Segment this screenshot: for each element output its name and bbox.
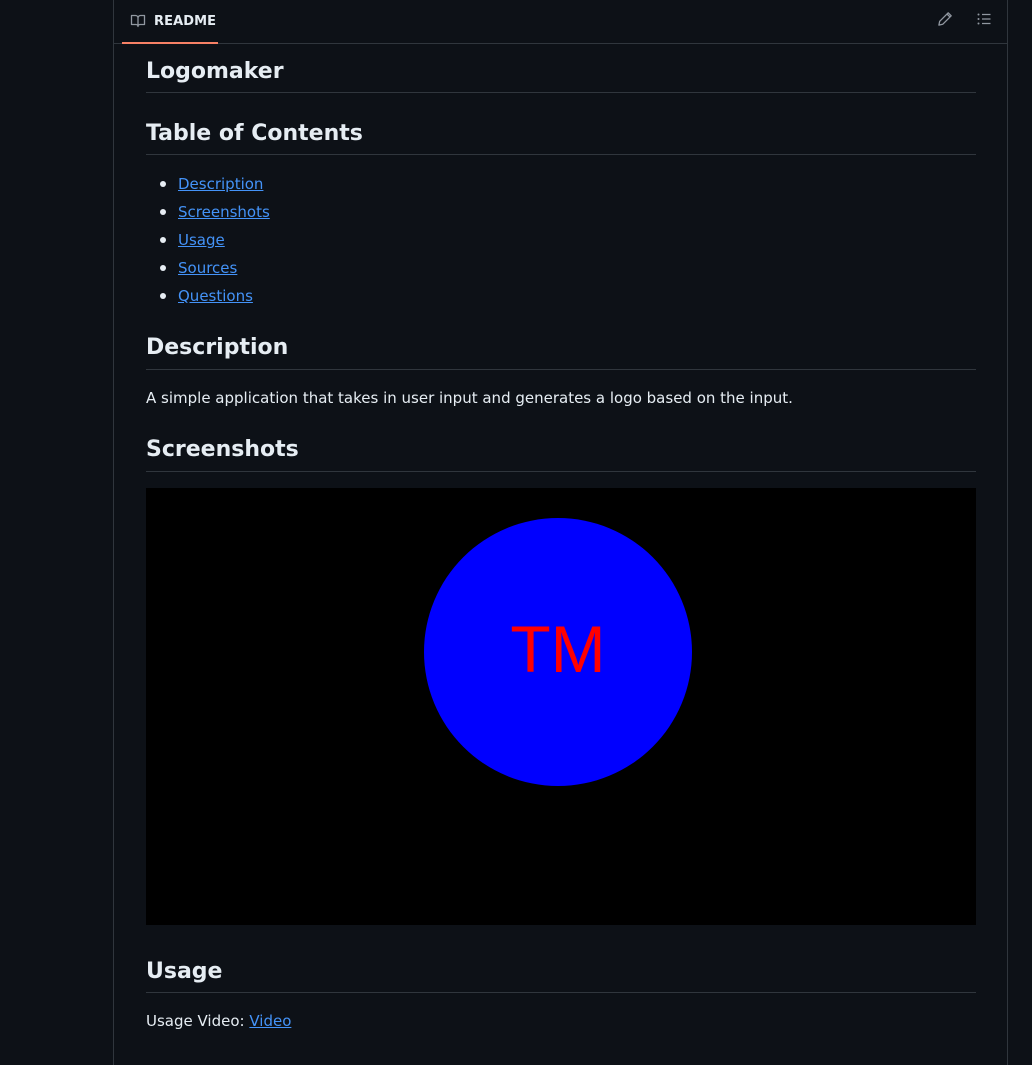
list-item: Questions xyxy=(146,282,270,310)
list-item: Usage xyxy=(146,226,270,254)
toc-link-description[interactable]: Description xyxy=(178,175,263,193)
description-heading: Description xyxy=(146,333,976,370)
toc-link-sources[interactable]: Sources xyxy=(178,259,237,277)
list-item: Sources xyxy=(146,254,270,282)
toc-link-screenshots[interactable]: Screenshots xyxy=(178,203,270,221)
edit-file-button[interactable] xyxy=(934,10,956,32)
readme-panel: README Logomaker Table of Contents Descr… xyxy=(113,0,1008,1065)
usage-heading: Usage xyxy=(146,957,976,993)
readme-title: Logomaker xyxy=(146,57,976,93)
toc-link-questions[interactable]: Questions xyxy=(178,287,253,305)
usage-text: Usage Video: Video xyxy=(146,1009,291,1033)
toc-list: Description Screenshots Usage Sources Qu… xyxy=(146,170,270,310)
usage-video-link[interactable]: Video xyxy=(249,1012,291,1030)
list-unordered-icon xyxy=(976,11,992,31)
list-item: Description xyxy=(146,170,270,198)
readme-tab[interactable]: README xyxy=(122,0,218,44)
screenshots-heading: Screenshots xyxy=(146,435,976,472)
toc-heading: Table of Contents xyxy=(146,119,976,155)
screenshot-image: TM xyxy=(146,488,976,925)
readme-tab-label: README xyxy=(154,13,217,29)
book-icon xyxy=(130,13,146,29)
usage-prefix: Usage Video: xyxy=(146,1012,250,1030)
readme-header: README xyxy=(114,0,1007,44)
list-item: Screenshots xyxy=(146,198,270,226)
description-text: A simple application that takes in user … xyxy=(146,389,793,407)
logo-text: TM xyxy=(510,612,606,686)
outline-button[interactable] xyxy=(973,10,995,32)
pencil-icon xyxy=(937,11,953,31)
toc-link-usage[interactable]: Usage xyxy=(178,231,225,249)
